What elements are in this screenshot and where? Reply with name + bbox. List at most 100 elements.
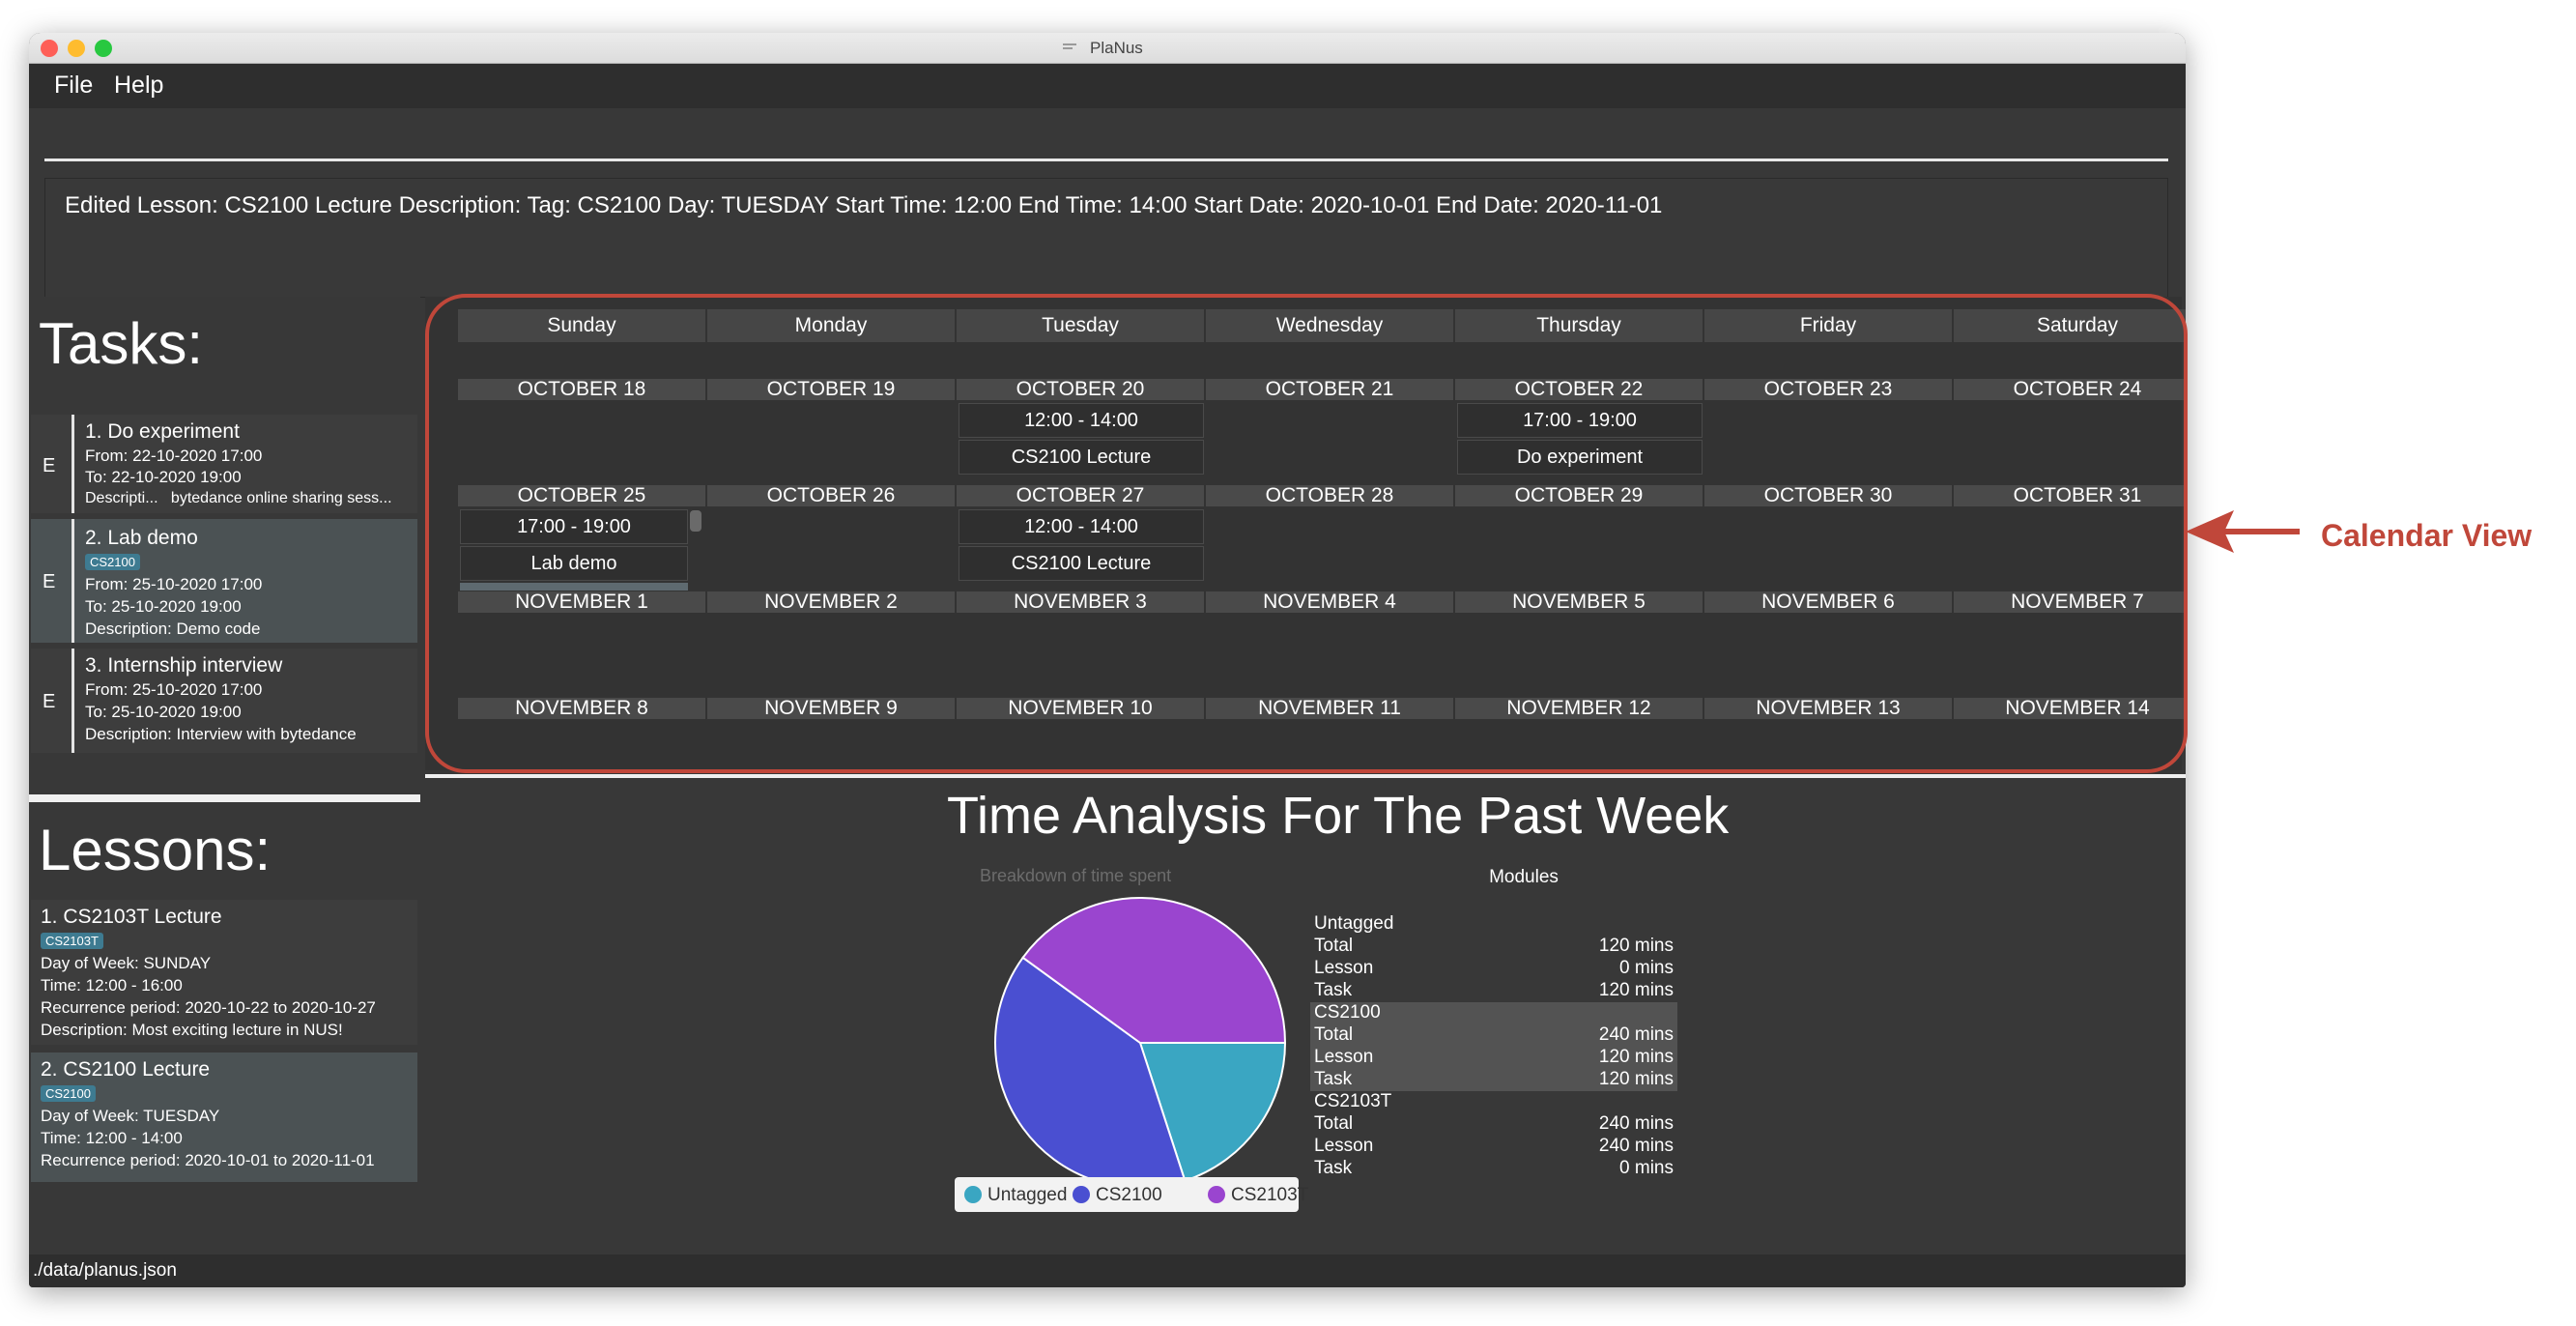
result-display: Edited Lesson: CS2100 Lecture Descriptio… — [44, 178, 2168, 298]
minimize-window-button[interactable] — [68, 40, 85, 57]
module-name: Untagged — [1314, 913, 1394, 934]
time-analysis-panel: Time Analysis For The Past Week Breakdow… — [425, 780, 2186, 1254]
legend-label: CS2103T — [1231, 1185, 1309, 1205]
task-from: 25-10-2020 17:00 — [132, 575, 263, 593]
stat-value: 240 mins — [1598, 1136, 1674, 1156]
app-icon — [1063, 39, 1084, 52]
date-cell: NOVEMBER 12 — [1455, 698, 1703, 719]
day-header-tuesday: Tuesday — [957, 309, 1204, 342]
legend-label: CS2100 — [1096, 1185, 1162, 1205]
task-to: 22-10-2020 19:00 — [111, 468, 242, 486]
module-name: CS2103T — [1314, 1091, 1392, 1111]
lesson-desc: Most exciting lecture in NUS! — [131, 1021, 343, 1039]
module-name-row: Untagged — [1310, 913, 1677, 936]
cell-scrollbar[interactable] — [690, 510, 701, 532]
event-time[interactable]: 12:00 - 14:00 — [959, 509, 1204, 544]
close-window-button[interactable] — [41, 40, 58, 57]
task-type-letter: E — [43, 455, 56, 476]
stat-value: 120 mins — [1598, 936, 1674, 956]
lesson-rec: 2020-10-01 to 2020-11-01 — [185, 1151, 375, 1169]
task-type-letter: E — [43, 571, 56, 592]
task-from-label: From: — [85, 680, 129, 699]
day-header-monday: Monday — [707, 309, 955, 342]
task-card-selected[interactable]: E 2. Lab demo CS2100 From: 25-10-2020 17… — [31, 519, 417, 643]
lesson-title: 1. CS2103T Lecture — [41, 906, 222, 928]
task-card[interactable]: E 3. Internship interview From: 25-10-20… — [31, 649, 417, 753]
stat-label: Task — [1314, 1069, 1353, 1089]
date-cell: OCTOBER 18 — [458, 379, 705, 400]
task-to: 25-10-2020 19:00 — [111, 597, 242, 616]
stat-value: 120 mins — [1598, 1047, 1674, 1067]
stat-value: 240 mins — [1598, 1024, 1674, 1045]
date-cell: OCTOBER 27 — [957, 485, 1204, 506]
stat-label: Lesson — [1314, 1047, 1374, 1067]
menu-bar: File Help — [29, 64, 2186, 108]
pie-chart — [994, 897, 1287, 1189]
date-cell: NOVEMBER 10 — [957, 698, 1204, 719]
task-title: 1. Do experiment — [85, 420, 240, 443]
lesson-tag: CS2100 — [41, 1085, 96, 1102]
day-header-saturday: Saturday — [1954, 309, 2186, 342]
left-column: Tasks: E 1. Do experiment From: 22-10-20… — [29, 297, 420, 1254]
stat-label: Task — [1314, 1158, 1353, 1178]
event-time[interactable]: 17:00 - 19:00 — [1457, 403, 1703, 438]
lesson-card[interactable]: 1. CS2103T Lecture CS2103T Day of Week: … — [31, 900, 417, 1045]
event-name[interactable]: Do experiment — [1457, 440, 1703, 475]
task-desc: Demo code — [176, 620, 261, 638]
legend-swatch — [964, 1186, 982, 1203]
stat-value: 0 mins — [1619, 1158, 1674, 1178]
chart-legend: Untagged CS2100 CS2103T — [955, 1177, 1308, 1212]
task-type-letter: E — [43, 691, 56, 712]
date-cell: NOVEMBER 13 — [1704, 698, 1952, 719]
day-header-sunday: Sunday — [458, 309, 705, 342]
event-name[interactable]: CS2100 Lecture — [959, 440, 1204, 475]
lesson-desc-label: Description: — [41, 1021, 128, 1039]
calendar-view: Sunday Monday Tuesday Wednesday Thursday Frid… — [425, 297, 2186, 770]
date-cell: NOVEMBER 5 — [1455, 591, 1703, 613]
date-cell: OCTOBER 31 — [1954, 485, 2186, 506]
task-card[interactable]: E 1. Do experiment From: 22-10-2020 17:0… — [31, 415, 417, 513]
lesson-card-selected[interactable]: 2. CS2100 Lecture CS2100 Day of Week: TU… — [31, 1052, 417, 1182]
stat-label: Task — [1314, 980, 1353, 1000]
date-cell: NOVEMBER 1 — [458, 591, 705, 613]
lesson-time-label: Time: — [41, 1129, 81, 1147]
module-stat-row: Task 0 mins — [1310, 1158, 1677, 1180]
task-desc-label: Description: — [85, 620, 172, 638]
task-divider — [72, 519, 74, 643]
panel-divider[interactable] — [29, 794, 420, 802]
stat-label: Total — [1314, 936, 1354, 956]
date-cell: OCTOBER 19 — [707, 379, 955, 400]
lesson-rec: 2020-10-22 to 2020-10-27 — [185, 998, 376, 1017]
event-time[interactable]: 12:00 - 14:00 — [959, 403, 1204, 438]
command-input-underline — [44, 159, 2168, 161]
stat-value: 240 mins — [1598, 1113, 1674, 1134]
date-cell: OCTOBER 28 — [1206, 485, 1453, 506]
event-time[interactable]: 17:00 - 19:00 — [460, 509, 688, 544]
task-to-label: To: — [85, 703, 107, 721]
save-location: ./data/planus.json — [33, 1260, 177, 1281]
task-from: 25-10-2020 17:00 — [132, 680, 263, 699]
task-desc: bytedance online sharing sess... — [170, 490, 392, 506]
annotation-arrow-icon — [2186, 510, 2300, 553]
task-desc-label: Description: — [85, 725, 172, 743]
event-name[interactable]: Lab demo — [460, 546, 688, 581]
maximize-window-button[interactable] — [95, 40, 112, 57]
task-from-label: From: — [85, 447, 129, 465]
module-stat-row: Total 120 mins — [1310, 936, 1677, 958]
lesson-time: 12:00 - 14:00 — [85, 1129, 183, 1147]
task-title: 2. Lab demo — [85, 527, 198, 549]
date-cell: OCTOBER 22 — [1455, 379, 1703, 400]
stat-label: Lesson — [1314, 1136, 1374, 1156]
panel-divider-right[interactable] — [425, 774, 2186, 778]
date-cell: NOVEMBER 11 — [1206, 698, 1453, 719]
menu-help[interactable]: Help — [114, 72, 163, 100]
lesson-dow-label: Day of Week: — [41, 954, 139, 972]
cell-scrollbar-track[interactable] — [460, 583, 688, 591]
module-name-row: CS2103T — [1310, 1091, 1677, 1113]
lesson-dow: TUESDAY — [143, 1107, 220, 1125]
date-cell: NOVEMBER 8 — [458, 698, 705, 719]
menu-file[interactable]: File — [54, 72, 93, 100]
window-title: PlaNus — [1090, 39, 1143, 57]
stat-value: 0 mins — [1619, 958, 1674, 978]
event-name[interactable]: CS2100 Lecture — [959, 546, 1204, 581]
